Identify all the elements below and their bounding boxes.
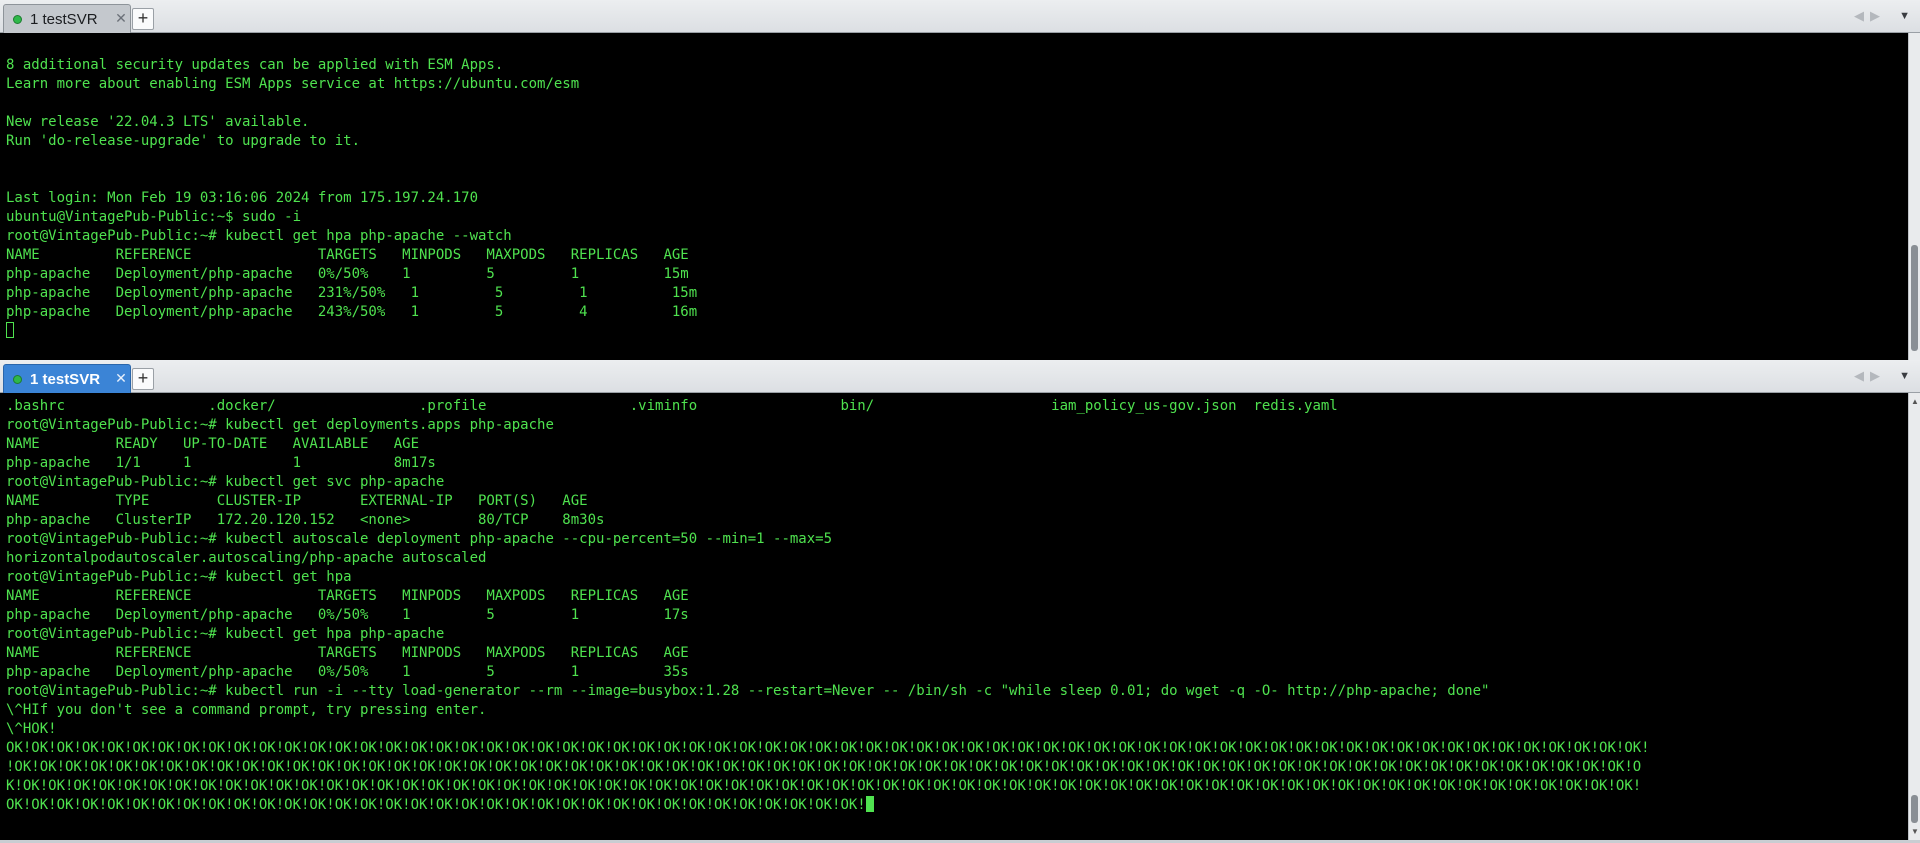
terminal-line: !OK!OK!OK!OK!OK!OK!OK!OK!OK!OK!OK!OK!OK!… bbox=[6, 759, 1642, 775]
terminal-line: php-apache Deployment/php-apache 0%/50% … bbox=[6, 266, 689, 282]
terminal-line: php-apache ClusterIP 172.20.120.152 <non… bbox=[6, 512, 605, 528]
terminal-cursor bbox=[6, 322, 14, 338]
terminal-text: .bashrc .docker/ .profile .viminfo bin/ … bbox=[6, 397, 1650, 815]
terminal-line: root@VintagePub-Public:~# kubectl get hp… bbox=[6, 228, 512, 244]
terminal-line: 8 additional security updates can be app… bbox=[6, 57, 504, 73]
terminal-line: OK!OK!OK!OK!OK!OK!OK!OK!OK!OK!OK!OK!OK!O… bbox=[6, 740, 1650, 756]
terminal-line: OK!OK!OK!OK!OK!OK!OK!OK!OK!OK!OK!OK!OK!O… bbox=[6, 796, 1650, 815]
terminal-line: root@VintagePub-Public:~# kubectl get de… bbox=[6, 417, 554, 433]
tab-menu-icon[interactable]: ▼ bbox=[1899, 370, 1910, 382]
terminal-line: Learn more about enabling ESM Apps servi… bbox=[6, 76, 580, 92]
chevron-left-icon[interactable]: ◀ bbox=[1854, 8, 1870, 23]
connected-status-icon bbox=[13, 15, 22, 24]
terminal-line: php-apache 1/1 1 1 8m17s bbox=[6, 455, 436, 471]
terminal-line: \^HOK! bbox=[6, 721, 57, 737]
tab-bar: 1 testSVR ✕ + ◀▶ ▼ bbox=[0, 360, 1920, 393]
scrollbar-thumb[interactable] bbox=[1911, 245, 1918, 351]
terminal-line: .bashrc .docker/ .profile .viminfo bin/ … bbox=[6, 398, 1338, 414]
tab-scroll-arrows[interactable]: ◀▶ bbox=[1854, 368, 1886, 384]
terminal-pane-top: 1 testSVR ✕ + ◀▶ ▼ 8 additional security… bbox=[0, 0, 1920, 360]
terminal-line: ubuntu@VintagePub-Public:~$ sudo -i bbox=[6, 209, 302, 225]
tab-title: 1 testSVR bbox=[30, 11, 98, 28]
terminal-cursor bbox=[865, 796, 874, 812]
chevron-right-icon[interactable]: ▶ bbox=[1870, 8, 1886, 23]
tab-scroll-arrows[interactable]: ◀▶ bbox=[1854, 8, 1886, 24]
close-icon[interactable]: ✕ bbox=[114, 10, 128, 27]
chevron-right-icon[interactable]: ▶ bbox=[1870, 368, 1886, 383]
terminal-line bbox=[6, 322, 697, 341]
terminal-pane-bottom: 1 testSVR ✕ + ◀▶ ▼ .bashrc .docker/ .pro… bbox=[0, 360, 1920, 843]
terminal-line: NAME REFERENCE TARGETS MINPODS MAXPODS R… bbox=[6, 645, 689, 661]
terminal-line: root@VintagePub-Public:~# kubectl get hp… bbox=[6, 626, 445, 642]
terminal-line: root@VintagePub-Public:~# kubectl autosc… bbox=[6, 531, 833, 547]
terminal-line: NAME TYPE CLUSTER-IP EXTERNAL-IP PORT(S)… bbox=[6, 493, 588, 509]
terminal-line: NAME REFERENCE TARGETS MINPODS MAXPODS R… bbox=[6, 588, 689, 604]
terminal-output[interactable]: 8 additional security updates can be app… bbox=[0, 33, 1908, 360]
scroll-down-icon[interactable]: ▼ bbox=[1910, 827, 1920, 836]
close-icon[interactable]: ✕ bbox=[114, 370, 128, 387]
terminal-line: php-apache Deployment/php-apache 243%/50… bbox=[6, 304, 698, 320]
session-tab-active[interactable]: 1 testSVR ✕ bbox=[3, 364, 131, 393]
scrollbar-thumb[interactable] bbox=[1911, 795, 1918, 823]
scrollbar[interactable] bbox=[1908, 33, 1920, 360]
new-tab-button[interactable]: + bbox=[132, 368, 154, 390]
terminal-line: NAME READY UP-TO-DATE AVAILABLE AGE bbox=[6, 436, 420, 452]
scrollbar[interactable]: ▲ ▼ bbox=[1908, 393, 1920, 840]
terminal-line: New release '22.04.3 LTS' available. bbox=[6, 114, 310, 130]
terminal-line: Run 'do-release-upgrade' to upgrade to i… bbox=[6, 133, 361, 149]
tab-bar: 1 testSVR ✕ + ◀▶ ▼ bbox=[0, 0, 1920, 33]
terminal-line: php-apache Deployment/php-apache 0%/50% … bbox=[6, 664, 689, 680]
terminal-line: \^HIf you don't see a command prompt, tr… bbox=[6, 702, 487, 718]
scroll-up-icon[interactable]: ▲ bbox=[1910, 397, 1920, 406]
terminal-line: root@VintagePub-Public:~# kubectl get hp… bbox=[6, 569, 352, 585]
session-tab[interactable]: 1 testSVR ✕ bbox=[3, 4, 131, 33]
terminal-line: php-apache Deployment/php-apache 0%/50% … bbox=[6, 607, 689, 623]
tab-menu-icon[interactable]: ▼ bbox=[1899, 10, 1910, 22]
terminal-output[interactable]: .bashrc .docker/ .profile .viminfo bin/ … bbox=[0, 393, 1908, 840]
connected-status-icon bbox=[13, 375, 22, 384]
terminal-text: 8 additional security updates can be app… bbox=[6, 56, 697, 341]
terminal-line: NAME REFERENCE TARGETS MINPODS MAXPODS R… bbox=[6, 247, 689, 263]
terminal-line: root@VintagePub-Public:~# kubectl run -i… bbox=[6, 683, 1490, 699]
terminal-line: horizontalpodautoscaler.autoscaling/php-… bbox=[6, 550, 487, 566]
new-tab-button[interactable]: + bbox=[132, 8, 154, 30]
chevron-left-icon[interactable]: ◀ bbox=[1854, 368, 1870, 383]
tab-title: 1 testSVR bbox=[30, 371, 101, 388]
terminal-line: Last login: Mon Feb 19 03:16:06 2024 fro… bbox=[6, 190, 479, 206]
terminal-line: K!OK!OK!OK!OK!OK!OK!OK!OK!OK!OK!OK!OK!OK… bbox=[6, 778, 1642, 794]
terminal-line: root@VintagePub-Public:~# kubectl get sv… bbox=[6, 474, 445, 490]
terminal-line: php-apache Deployment/php-apache 231%/50… bbox=[6, 285, 698, 301]
